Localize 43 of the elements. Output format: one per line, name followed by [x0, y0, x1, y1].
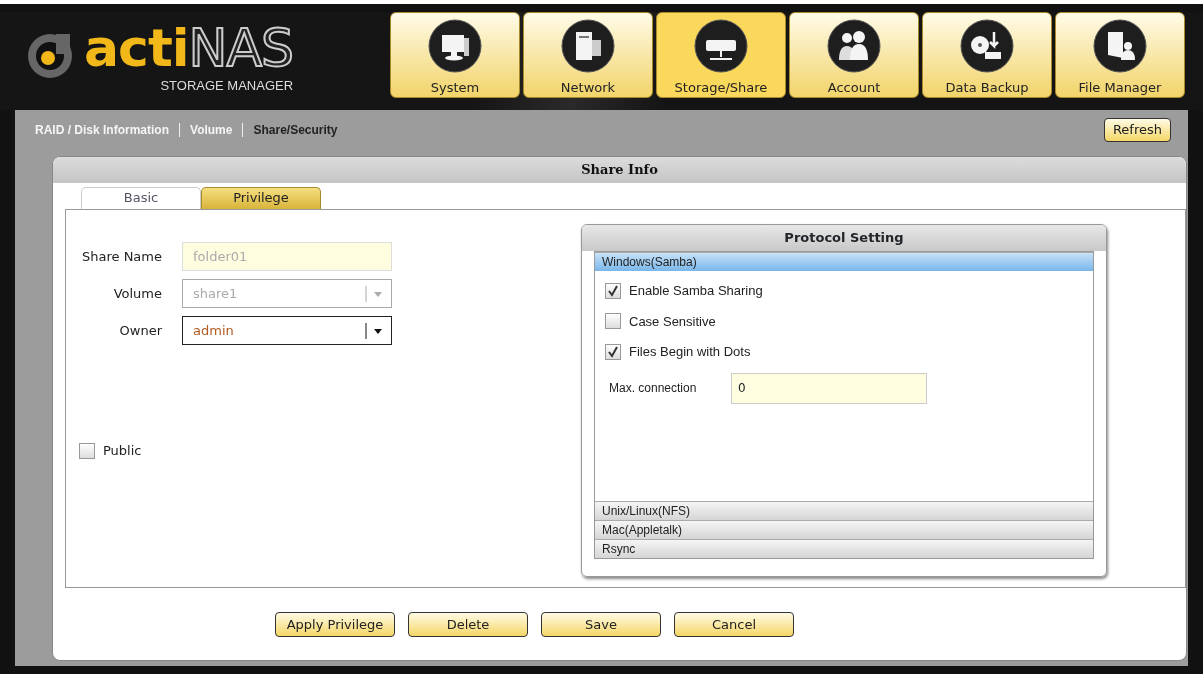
- checkbox[interactable]: [79, 442, 95, 459]
- field-label: Max. connection: [608, 380, 698, 397]
- panel-title: Share Info: [53, 157, 1186, 183]
- document-icon: [1091, 17, 1149, 76]
- logo-subtitle: STORAGE MANAGER: [160, 77, 294, 95]
- input-field[interactable]: 0: [731, 372, 927, 404]
- protocol-title: Protocol Setting: [582, 225, 1106, 251]
- nav-tab[interactable]: Account: [789, 12, 919, 98]
- server-icon: [559, 17, 617, 76]
- accordion-header[interactable]: Windows(Samba): [595, 252, 1093, 271]
- field-label: Owner: [118, 321, 163, 340]
- checkbox-label: Enable Samba Sharing: [629, 282, 763, 300]
- nav-tab[interactable]: Network: [523, 12, 653, 98]
- checkbox-label: Files Begin with Dots: [629, 343, 751, 361]
- subnav-link[interactable]: Share/Security: [253, 121, 338, 139]
- nav-tab[interactable]: System: [390, 12, 520, 98]
- accordion-header[interactable]: Unix/Linux(NFS): [595, 501, 1093, 520]
- checkbox-label: Case Sensitive: [629, 312, 716, 331]
- action-button[interactable]: Apply Privilege: [275, 612, 395, 637]
- nav-tab[interactable]: File Manager: [1055, 12, 1185, 98]
- logo-icon: [26, 32, 74, 80]
- accordion-header[interactable]: Mac(Appletalk): [595, 520, 1093, 539]
- monitor-icon: [426, 17, 484, 76]
- tab[interactable]: Privilege: [201, 187, 321, 209]
- checkbox-label: Public: [103, 442, 142, 460]
- checkbox[interactable]: [605, 313, 621, 330]
- action-button[interactable]: Cancel: [674, 612, 794, 637]
- refresh-button[interactable]: Refresh: [1103, 118, 1171, 142]
- accordion-header[interactable]: Rsync: [595, 539, 1093, 558]
- checkbox[interactable]: [605, 282, 621, 299]
- drive-icon: [692, 17, 750, 76]
- checkbox[interactable]: [605, 343, 621, 360]
- dropdown[interactable]: admin: [182, 316, 392, 345]
- backup-icon: [958, 17, 1016, 76]
- nav-tab[interactable]: Data Backup: [922, 12, 1052, 98]
- field-label: Share Name: [81, 247, 163, 266]
- logo-text: actiNAS: [84, 22, 294, 74]
- users-icon: [825, 17, 883, 76]
- field-label: Volume: [112, 284, 163, 303]
- action-button[interactable]: Delete: [408, 612, 528, 637]
- nav-tab[interactable]: Storage/Share: [656, 12, 786, 98]
- action-button[interactable]: Save: [541, 612, 661, 637]
- tab[interactable]: Basic: [81, 187, 201, 209]
